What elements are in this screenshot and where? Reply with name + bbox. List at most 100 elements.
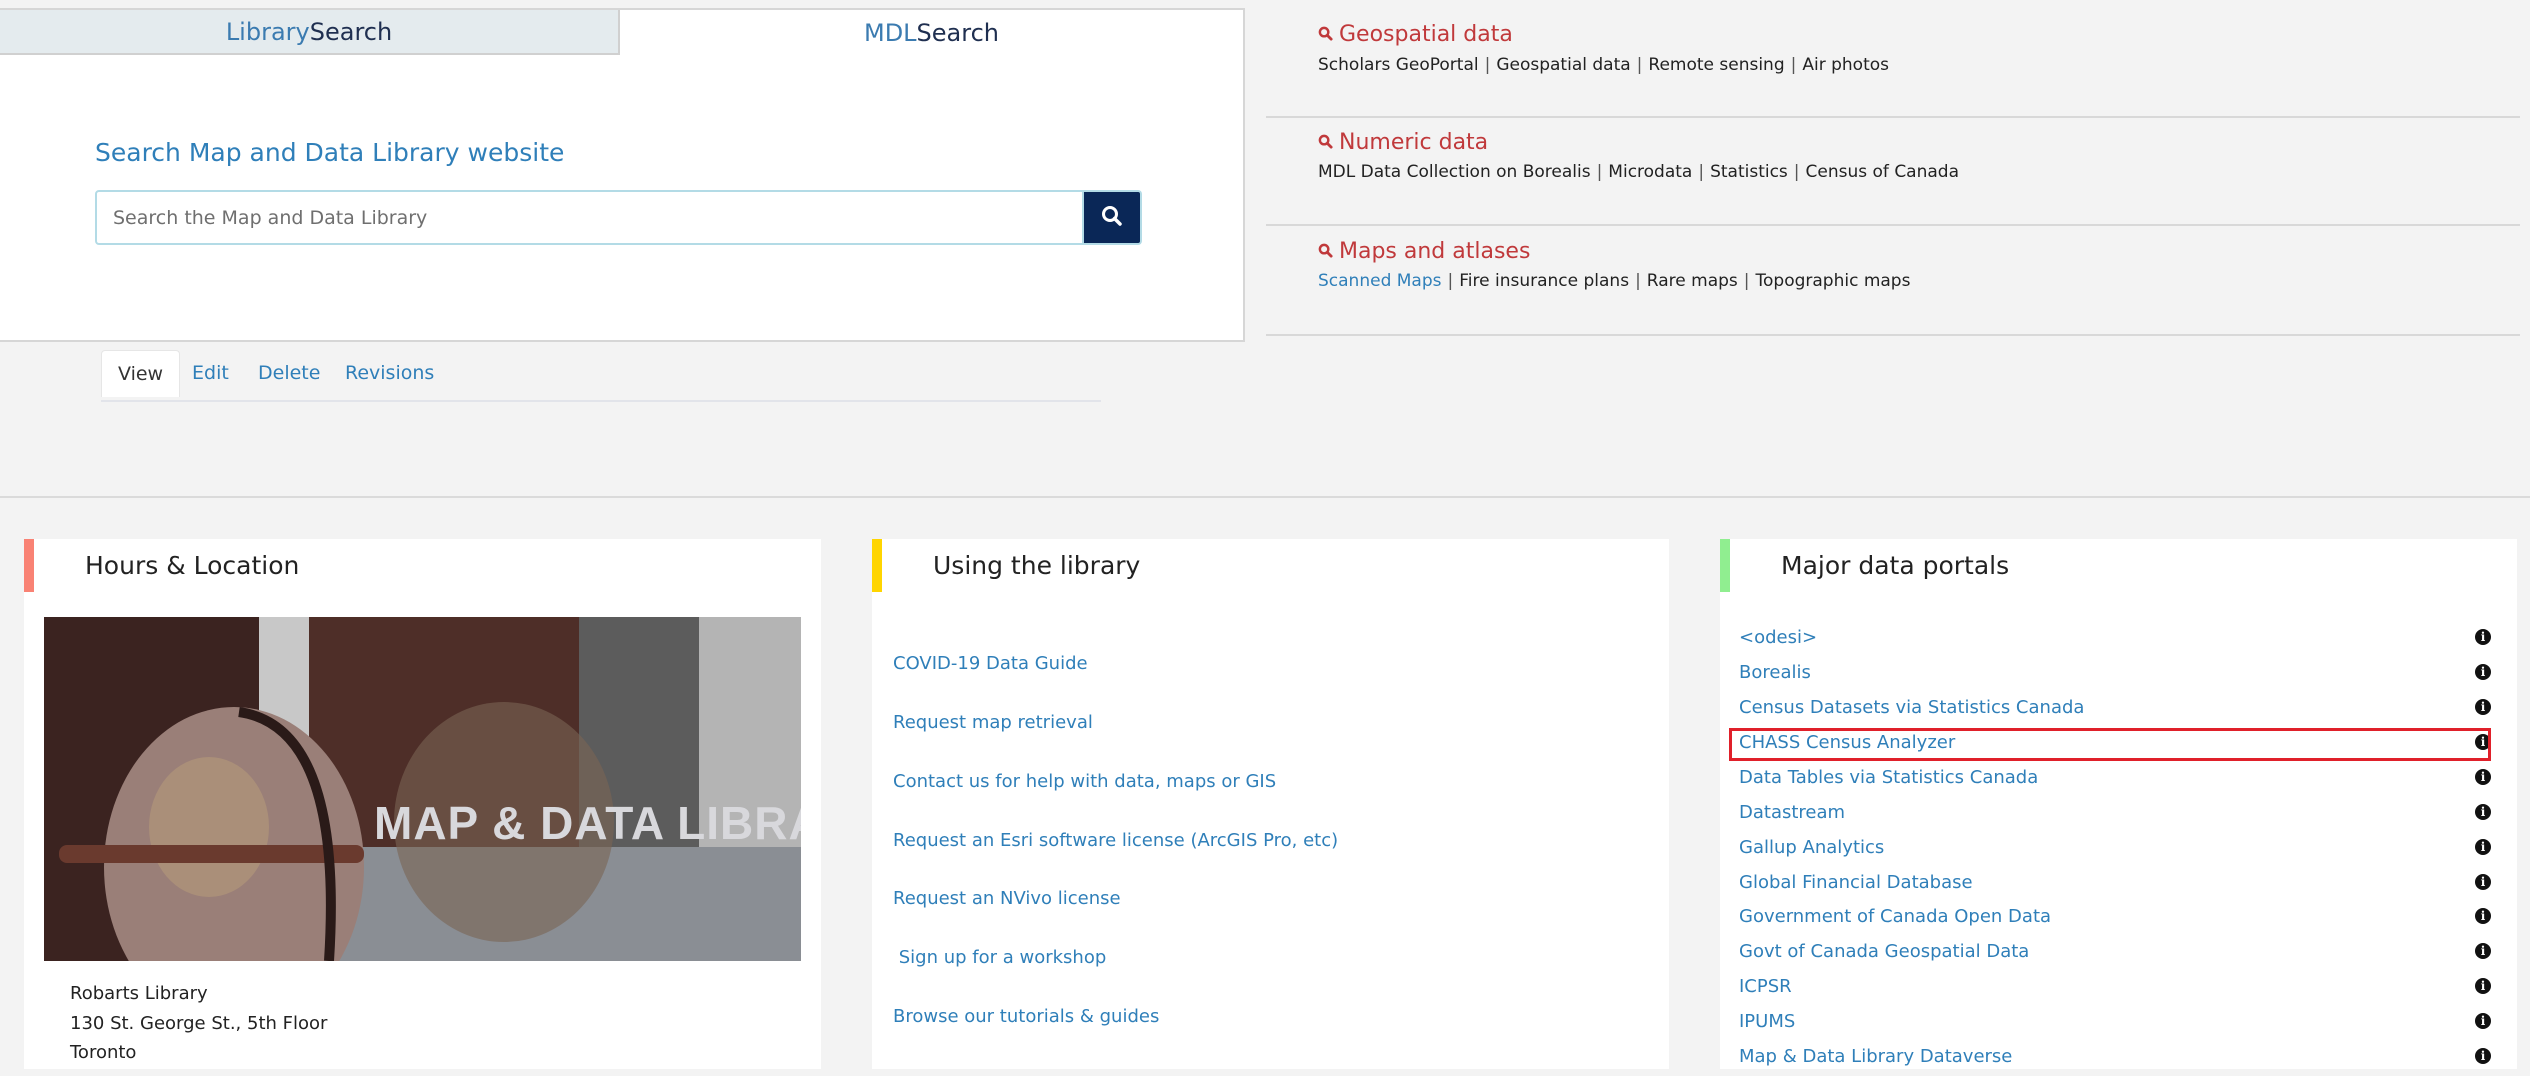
separator: | — [1596, 162, 1603, 182]
tab-label-part1: Library — [225, 17, 310, 46]
tab-label-part2: Search — [309, 17, 393, 46]
info-icon[interactable]: i — [2475, 874, 2491, 890]
quick-link[interactable]: Air photos — [1802, 55, 1889, 75]
card-data-portals: Major data portals <odesi> i Borealis i Ce… — [1720, 539, 2517, 1069]
info-icon[interactable]: i — [2475, 839, 2491, 855]
info-icon[interactable]: i — [2475, 908, 2491, 924]
link-tutorials[interactable]: Browse our tutorials & guides — [893, 1006, 1159, 1027]
separator: | — [1635, 271, 1641, 291]
link-covid-guide[interactable]: COVID-19 Data Guide — [893, 653, 1088, 674]
portal-item: Census Datasets via Statistics Canada i — [1720, 693, 2517, 727]
library-photo: MAP & DATA LIBRARY — [44, 617, 801, 961]
quick-section-title[interactable]: Numeric data — [1318, 130, 1488, 155]
quick-link[interactable]: Fire insurance plans — [1459, 271, 1629, 291]
portal-item: IPUMS i — [1720, 1007, 2517, 1041]
quick-links-row: MDL Data Collection on Borealis | Microdat… — [1318, 162, 1959, 182]
link-map-retrieval[interactable]: Request map retrieval — [893, 712, 1093, 733]
quick-section-title[interactable]: Maps and atlases — [1318, 239, 1530, 264]
link-contact-us[interactable]: Contact us for help with data, maps or G… — [893, 771, 1276, 792]
quick-link[interactable]: Geospatial data — [1496, 55, 1630, 75]
portal-item: Datastream i — [1720, 798, 2517, 832]
search-icon — [1318, 22, 1333, 47]
separator: | — [1636, 55, 1643, 75]
search-icon — [1101, 205, 1123, 231]
portal-item: <odesi> i — [1720, 623, 2517, 657]
separator: | — [1484, 55, 1491, 75]
tab-delete[interactable]: Delete — [258, 350, 320, 396]
info-icon[interactable]: i — [2475, 978, 2491, 994]
highlight-box — [1729, 728, 2491, 761]
info-icon[interactable]: i — [2475, 629, 2491, 645]
portal-item: ICPSR i — [1720, 972, 2517, 1006]
tab-mdl-search[interactable]: MDL Search — [620, 10, 1243, 55]
info-icon[interactable]: i — [2475, 1013, 2491, 1029]
search-panel: Library Search MDL Search Search Map and D… — [0, 8, 1245, 342]
card-accent-bar — [1720, 539, 1730, 592]
quick-section-title[interactable]: Geospatial data — [1318, 22, 1513, 47]
quick-link[interactable]: Statistics — [1710, 162, 1788, 182]
search-form — [95, 190, 1142, 245]
link-workshop[interactable]: Sign up for a workshop — [893, 947, 1107, 968]
separator: | — [1790, 55, 1797, 75]
portal-link[interactable]: Govt of Canada Geospatial Data — [1739, 941, 2029, 962]
portal-item: Map & Data Library Dataverse i — [1720, 1042, 2517, 1076]
card-using-library: Using the library COVID-19 Data Guide Re… — [872, 539, 1669, 1069]
portal-item: Global Financial Database i — [1720, 868, 2517, 902]
info-icon[interactable]: i — [2475, 1048, 2491, 1064]
tab-revisions[interactable]: Revisions — [345, 350, 434, 396]
quick-link[interactable]: MDL Data Collection on Borealis — [1318, 162, 1591, 182]
quick-link[interactable]: Microdata — [1608, 162, 1692, 182]
quick-links-row: Scholars GeoPortal | Geospatial data | Remot… — [1318, 55, 1889, 75]
tab-edit[interactable]: Edit — [192, 350, 229, 396]
info-icon[interactable]: i — [2475, 664, 2491, 680]
portal-item: Gallup Analytics i — [1720, 833, 2517, 867]
portal-item: Govt of Canada Geospatial Data i — [1720, 937, 2517, 971]
local-tasks-tabs: View Edit Delete Revisions — [101, 350, 1101, 402]
portal-link[interactable]: Gallup Analytics — [1739, 837, 1884, 858]
search-input[interactable] — [95, 190, 1084, 245]
portal-link[interactable]: IPUMS — [1739, 1011, 1795, 1032]
portal-link[interactable]: Borealis — [1739, 662, 1811, 683]
quick-link[interactable]: Scholars GeoPortal — [1318, 55, 1479, 75]
portal-link[interactable]: ICPSR — [1739, 976, 1792, 997]
link-esri-license[interactable]: Request an Esri software license (ArcGIS… — [893, 830, 1338, 851]
quick-title-text: Geospatial data — [1339, 22, 1513, 47]
quick-section-maps: Maps and atlases Scanned Maps | Fire insur… — [1266, 224, 2520, 336]
card-title: Major data portals — [1781, 551, 2010, 580]
svg-text:MAP & DATA LIBRARY: MAP & DATA LIBRARY — [374, 797, 801, 849]
address-line: Robarts Library — [70, 983, 208, 1004]
portal-link[interactable]: Global Financial Database — [1739, 872, 1973, 893]
portal-link[interactable]: <odesi> — [1739, 627, 1817, 648]
quick-link[interactable]: Topographic maps — [1756, 271, 1911, 291]
separator: | — [1698, 162, 1705, 182]
portal-link[interactable]: Government of Canada Open Data — [1739, 906, 2051, 927]
address-line: 130 St. George St., 5th Floor — [70, 1013, 328, 1034]
quick-link[interactable]: Scanned Maps — [1318, 271, 1442, 291]
portal-item: Borealis i — [1720, 658, 2517, 692]
tab-library-search[interactable]: Library Search — [0, 10, 620, 55]
tab-label-part2: Search — [916, 18, 999, 47]
quick-title-text: Maps and atlases — [1339, 239, 1531, 264]
tab-view[interactable]: View — [101, 350, 181, 397]
quick-title-text: Numeric data — [1339, 130, 1489, 155]
search-button[interactable] — [1084, 190, 1142, 245]
quick-link[interactable]: Remote sensing — [1648, 55, 1784, 75]
portal-item: Data Tables via Statistics Canada i — [1720, 763, 2517, 797]
quick-section-geospatial: Geospatial data Scholars GeoPortal | Geosp… — [1266, 0, 2520, 118]
card-accent-bar — [24, 539, 34, 592]
portal-link[interactable]: Data Tables via Statistics Canada — [1739, 767, 2038, 788]
portal-link[interactable]: Census Datasets via Statistics Canada — [1739, 697, 2084, 718]
separator: | — [1743, 271, 1750, 291]
quick-link[interactable]: Rare maps — [1647, 271, 1738, 291]
card-accent-bar — [872, 539, 882, 592]
info-icon[interactable]: i — [2475, 699, 2491, 715]
quick-link[interactable]: Census of Canada — [1806, 162, 1959, 182]
separator: | — [1793, 162, 1800, 182]
quick-links-row: Scanned Maps | Fire insurance plans | Rare m… — [1318, 271, 1910, 291]
info-icon[interactable]: i — [2475, 943, 2491, 959]
info-icon[interactable]: i — [2475, 804, 2491, 820]
link-nvivo-license[interactable]: Request an NVivo license — [893, 888, 1121, 909]
tab-label-part1: MDL — [863, 18, 917, 47]
info-icon[interactable]: i — [2475, 769, 2491, 785]
portal-link[interactable]: Datastream — [1739, 802, 1845, 823]
